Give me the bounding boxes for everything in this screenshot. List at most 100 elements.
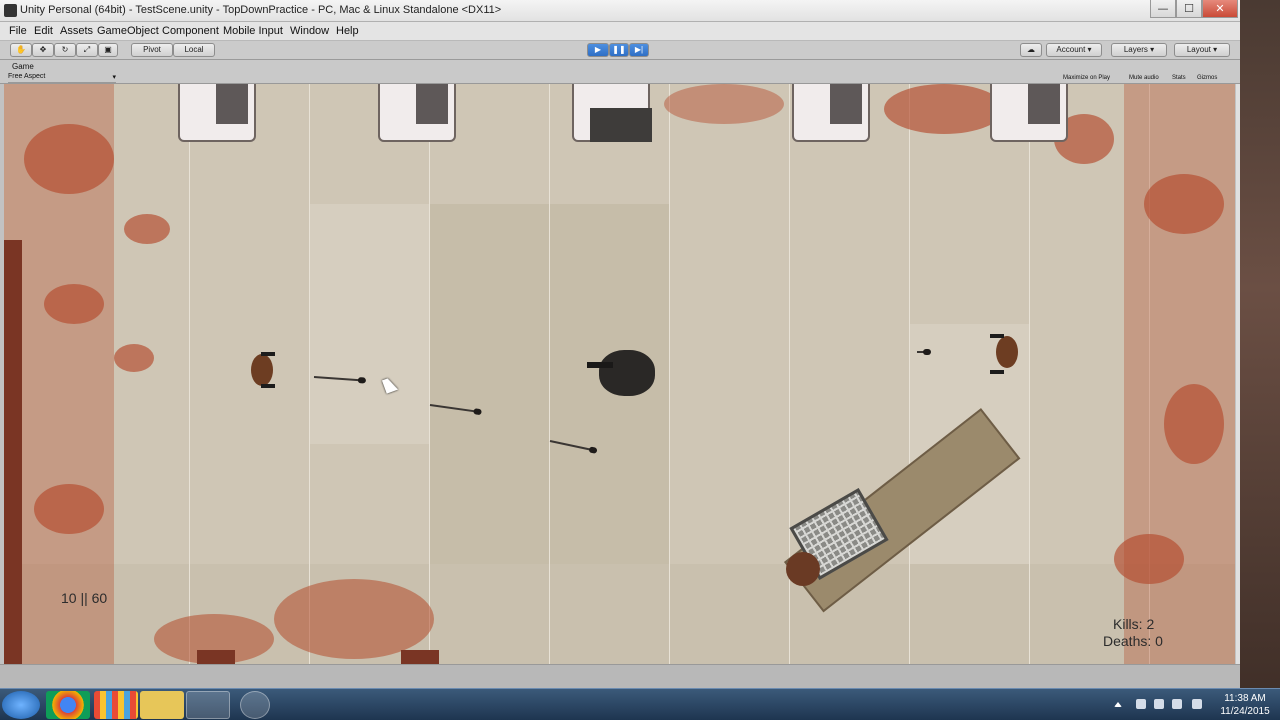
maximize-on-play-toggle[interactable]: Maximize on Play (1063, 73, 1110, 83)
windows-icon[interactable] (1154, 699, 1164, 709)
clock-date: 11/24/2015 (1220, 706, 1270, 717)
floor-tile (309, 204, 429, 444)
blood-splatter (664, 84, 784, 124)
hand-tool-icon[interactable]: ✋ (10, 43, 32, 57)
chrome-icon[interactable] (46, 691, 90, 719)
cabinet-door (416, 84, 448, 124)
gizmos-dropdown[interactable]: Gizmos (1197, 73, 1217, 83)
mute-audio-toggle[interactable]: Mute audio (1129, 73, 1159, 83)
game-tab[interactable]: Game (12, 62, 34, 71)
account-label: Account (1056, 45, 1086, 54)
notifications-icon[interactable] (1192, 699, 1202, 709)
ammo-counter: 10 || 60 (61, 590, 108, 606)
menu-component[interactable]: Component (162, 25, 219, 37)
grid-line (189, 84, 190, 664)
cloud-icon[interactable]: ☁ (1020, 43, 1042, 57)
start-button[interactable] (2, 691, 40, 719)
menu-help[interactable]: Help (336, 25, 359, 37)
step-button[interactable]: ▶| (629, 43, 649, 57)
grid-line (909, 84, 910, 664)
player-gun (587, 362, 613, 368)
enemy-hand (261, 352, 275, 356)
minimize-button[interactable]: — (1150, 0, 1176, 18)
kills-counter: Kills: 2 (1113, 616, 1155, 632)
apps-icon[interactable] (94, 691, 138, 719)
network-icon[interactable] (1172, 699, 1182, 709)
move-tool-icon[interactable]: ✥ (32, 43, 54, 57)
game-viewport[interactable]: 10 || 60 Kills: 2 Deaths: 0 (4, 84, 1235, 664)
system-clock[interactable]: 11:38 AM 11/24/2015 (1215, 692, 1275, 718)
blood-splatter (44, 284, 104, 324)
cabinet-door (1028, 84, 1060, 124)
vertical-scrollbar[interactable] (1236, 84, 1240, 664)
deaths-counter: Deaths: 0 (1103, 633, 1163, 649)
dropbox-icon[interactable] (1136, 699, 1146, 709)
menu-gameobject[interactable]: GameObject (97, 25, 159, 37)
enemy-hand (990, 334, 1004, 338)
blood-splatter (274, 579, 434, 659)
wall (4, 240, 22, 664)
obs-icon[interactable] (240, 691, 270, 719)
menu-mobile-input[interactable]: Mobile Input (223, 25, 283, 37)
layers-label: Layers (1123, 45, 1148, 54)
close-button[interactable]: ✕ (1202, 0, 1238, 18)
bullet (917, 349, 931, 355)
enemy-hand (261, 384, 275, 388)
window-title: Unity Personal (64bit) - TestScene.unity… (20, 4, 502, 16)
play-button[interactable]: ▶ (587, 43, 609, 57)
local-label: Local (184, 45, 204, 54)
file-explorer-icon[interactable] (140, 691, 184, 719)
clock-time: 11:38 AM (1224, 693, 1266, 704)
rotate-tool-icon[interactable]: ↻ (54, 43, 76, 57)
blood-splatter (124, 214, 170, 244)
grid-line (1029, 84, 1030, 664)
layout-label: Layout (1186, 45, 1211, 54)
cabinet (378, 84, 456, 142)
layout-dropdown[interactable]: Layout ▾ (1174, 43, 1230, 57)
enemy-body (251, 354, 273, 386)
menu-assets[interactable]: Assets (60, 25, 93, 37)
blood-splatter (34, 484, 104, 534)
blood-splatter (1164, 384, 1224, 464)
game-tab-bar: Game Free Aspect ▾ Maximize on Play Mute … (0, 60, 1240, 84)
blood-splatter (1144, 174, 1224, 234)
account-dropdown[interactable]: Account ▾ (1046, 43, 1102, 57)
cabinet (572, 84, 652, 142)
show-hidden-icons-icon[interactable] (1114, 701, 1122, 707)
floor-block (401, 650, 439, 664)
aspect-label: Free Aspect (8, 73, 46, 80)
enemy-character (990, 332, 1020, 374)
menu-bar: File Edit Assets GameObject Component Mo… (0, 22, 1240, 41)
maximize-button[interactable]: ☐ (1176, 0, 1202, 18)
enemy-character (247, 350, 275, 390)
unity-logo-icon (4, 4, 17, 17)
pivot-label: Pivot (143, 45, 161, 54)
title-bar[interactable]: Unity Personal (64bit) - TestScene.unity… (0, 0, 1240, 22)
player-character (587, 348, 657, 398)
stats-toggle[interactable]: Stats (1172, 73, 1186, 83)
grid-line (669, 84, 670, 664)
pivot-toggle[interactable]: Pivot (131, 43, 173, 57)
desktop: Unity Personal (64bit) - TestScene.unity… (0, 0, 1280, 720)
aspect-dropdown[interactable]: Free Aspect ▾ (8, 73, 116, 83)
cabinet-door (216, 84, 248, 124)
unity-taskbar-icon[interactable] (186, 691, 230, 719)
player-body (599, 350, 655, 396)
menu-edit[interactable]: Edit (34, 25, 53, 37)
rect-tool-icon[interactable]: ▣ (98, 43, 118, 57)
unity-window: Unity Personal (64bit) - TestScene.unity… (0, 0, 1240, 688)
menu-window[interactable]: Window (290, 25, 329, 37)
blood-splatter (24, 124, 114, 194)
blood-splatter (114, 344, 154, 372)
taskbar: 11:38 AM 11/24/2015 (0, 688, 1280, 720)
grid-line (429, 84, 430, 664)
grid-line (309, 84, 310, 664)
local-toggle[interactable]: Local (173, 43, 215, 57)
main-toolbar: ✋ ✥ ↻ ⤢ ▣ Pivot Local ▶ ❚❚ ▶| ☁ Account … (0, 41, 1240, 60)
horizontal-scrollbar[interactable] (0, 664, 1240, 688)
pause-button[interactable]: ❚❚ (609, 43, 629, 57)
menu-file[interactable]: File (9, 25, 27, 37)
layers-dropdown[interactable]: Layers ▾ (1111, 43, 1167, 57)
scale-tool-icon[interactable]: ⤢ (76, 43, 98, 57)
grid-line (549, 84, 550, 664)
